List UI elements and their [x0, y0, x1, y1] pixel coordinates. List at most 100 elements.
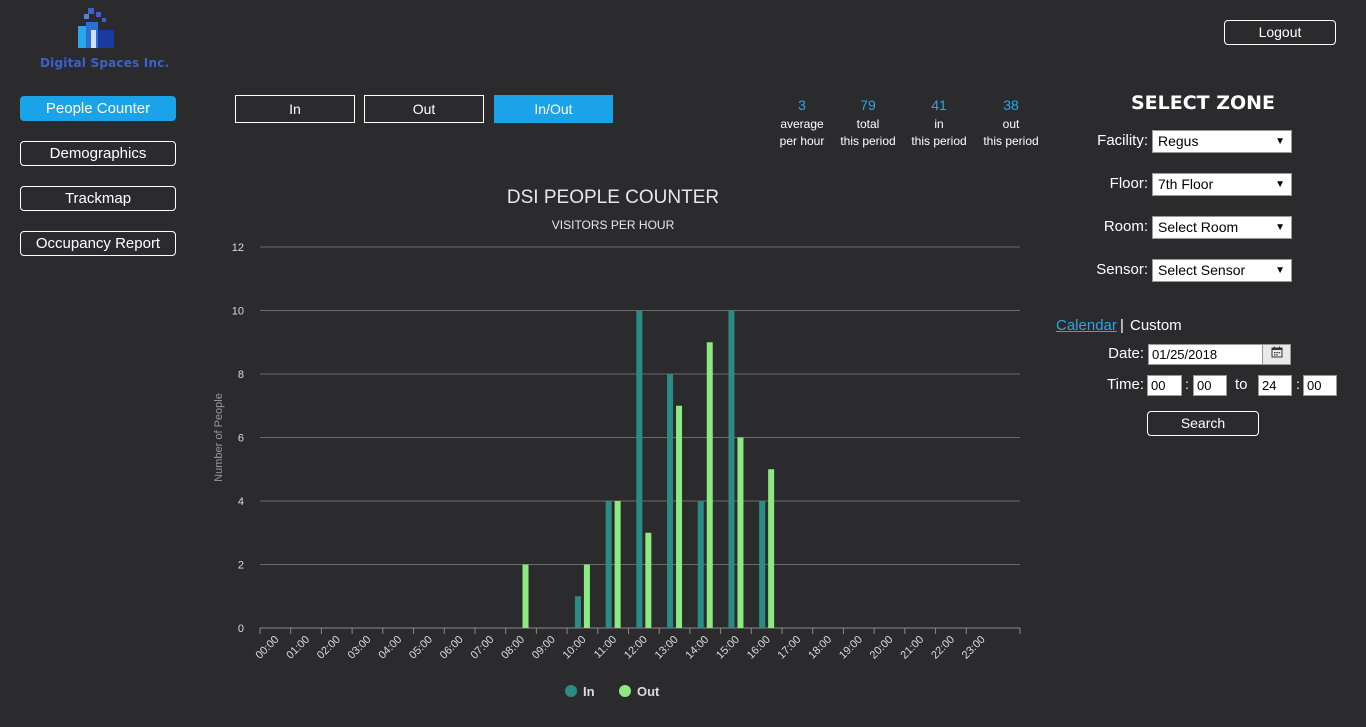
x-tick-label: 18:00 [806, 634, 834, 662]
x-tick-label: 19:00 [837, 634, 865, 662]
x-tick-label: 02:00 [315, 634, 343, 662]
bar-out [522, 564, 529, 628]
stat-in: 41 in this period [899, 96, 979, 150]
stat-total-value: 79 [860, 97, 876, 113]
y-tick-label: 8 [238, 369, 244, 381]
bar-out [737, 437, 744, 628]
y-tick-label: 4 [238, 496, 244, 508]
y-tick-label: 2 [238, 560, 244, 572]
bar-in [574, 596, 581, 628]
stat-in-line2: this period [911, 134, 967, 148]
mode-in-button[interactable]: In [235, 95, 355, 123]
room-select[interactable]: Select Room ▼ [1152, 216, 1292, 239]
calendar-icon[interactable] [1262, 344, 1291, 365]
time-to-minute-input[interactable]: 00 [1303, 375, 1337, 396]
sensor-select-value: Select Sensor [1158, 262, 1246, 278]
x-tick-label: 00:00 [254, 634, 282, 662]
time-colon: : [1185, 376, 1189, 392]
time-from-hour-input[interactable]: 00 [1147, 375, 1182, 396]
nav-demographics[interactable]: Demographics [20, 141, 176, 166]
legend-out-swatch [619, 685, 631, 697]
x-tick-label: 22:00 [929, 634, 957, 662]
x-tick-label: 03:00 [346, 634, 374, 662]
x-tick-label: 01:00 [284, 634, 312, 662]
bar-in [697, 501, 704, 628]
x-tick-label: 09:00 [530, 634, 558, 662]
logout-button[interactable]: Logout [1224, 20, 1336, 45]
chart-title: DSI PEOPLE COUNTER [507, 187, 719, 208]
x-tick-label: 06:00 [438, 634, 466, 662]
stat-average-line1: average [780, 117, 824, 131]
x-tick-label: 12:00 [622, 634, 650, 662]
chevron-down-icon: ▼ [1275, 265, 1285, 276]
people-counter-chart: DSI PEOPLE COUNTER VISITORS PER HOUR 0 2 4 6 8… [213, 187, 1021, 699]
x-tick-label: 11:00 [592, 634, 619, 661]
room-select-value: Select Room [1158, 219, 1239, 235]
zone-title: SELECT ZONE [1130, 92, 1276, 114]
legend-in-label: In [583, 684, 595, 699]
x-tick-label: 13:00 [653, 634, 681, 662]
x-tick-label: 05:00 [407, 634, 435, 662]
stat-in-line1: in [934, 117, 944, 131]
y-tick-label: 12 [232, 242, 244, 254]
company-logo: Digital Spaces Inc. [36, 4, 170, 74]
bar-out [706, 342, 713, 628]
time-from-minute-input[interactable]: 00 [1193, 375, 1227, 396]
facility-select[interactable]: Regus ▼ [1152, 130, 1292, 153]
bar-in [667, 374, 674, 628]
date-input[interactable]: 01/25/2018 [1148, 344, 1263, 365]
facility-select-value: Regus [1158, 133, 1199, 149]
time-to-hour-input[interactable]: 24 [1258, 375, 1292, 396]
bar-in [636, 310, 643, 628]
mode-out-button[interactable]: Out [364, 95, 484, 123]
x-tick-label: 07:00 [468, 634, 496, 662]
calendar-link[interactable]: Calendar [1056, 317, 1117, 334]
x-tick-label: 14:00 [683, 634, 711, 662]
nav-occupancy-report[interactable]: Occupancy Report [20, 231, 176, 256]
stat-in-value: 41 [931, 97, 947, 113]
bar-out [768, 469, 775, 628]
legend-in-swatch [565, 685, 577, 697]
calendar-separator: | [1120, 317, 1124, 334]
y-axis-label: Number of People [213, 393, 225, 482]
nav-people-counter[interactable]: People Counter [20, 96, 176, 121]
x-tick-label: 21:00 [898, 634, 926, 662]
floor-select[interactable]: 7th Floor ▼ [1152, 173, 1292, 196]
nav-trackmap[interactable]: Trackmap [20, 186, 176, 211]
sensor-select[interactable]: Select Sensor ▼ [1152, 259, 1292, 282]
facility-label: Facility: [1097, 132, 1148, 149]
y-tick-label: 6 [238, 433, 244, 445]
stat-out-value: 38 [1003, 97, 1019, 113]
search-button[interactable]: Search [1147, 411, 1259, 436]
legend-out-label: Out [637, 684, 660, 699]
x-tick-label: 23:00 [960, 634, 988, 662]
x-tick-label: 16:00 [745, 634, 773, 662]
time-to-label: to [1235, 376, 1248, 393]
bar-in [728, 310, 735, 628]
y-tick-label: 0 [238, 623, 244, 635]
mode-inout-button[interactable]: In/Out [494, 95, 613, 123]
bar-out [645, 532, 652, 628]
x-tick-label: 04:00 [376, 634, 404, 662]
time-colon: : [1296, 376, 1300, 392]
stat-total: 79 total this period [828, 96, 908, 150]
x-tick-label: 17:00 [776, 634, 804, 662]
y-tick-label: 10 [232, 306, 244, 318]
bar-out [676, 405, 683, 628]
bar-out [614, 501, 621, 628]
chevron-down-icon: ▼ [1275, 222, 1285, 233]
chevron-down-icon: ▼ [1275, 136, 1285, 147]
logo-text: Digital Spaces Inc. [40, 56, 170, 70]
bar-out [583, 564, 590, 628]
x-tick-label: 10:00 [561, 634, 589, 662]
x-tick-label: 15:00 [714, 634, 742, 662]
chevron-down-icon: ▼ [1275, 179, 1285, 190]
stat-total-line1: total [856, 117, 880, 131]
custom-link[interactable]: Custom [1130, 317, 1182, 334]
x-tick-label: 08:00 [499, 634, 527, 662]
stat-total-line2: this period [840, 134, 896, 148]
bar-in [605, 501, 612, 628]
stat-average-line2: per hour [779, 134, 825, 148]
chart-subtitle: VISITORS PER HOUR [552, 218, 675, 232]
floor-select-value: 7th Floor [1158, 176, 1214, 192]
